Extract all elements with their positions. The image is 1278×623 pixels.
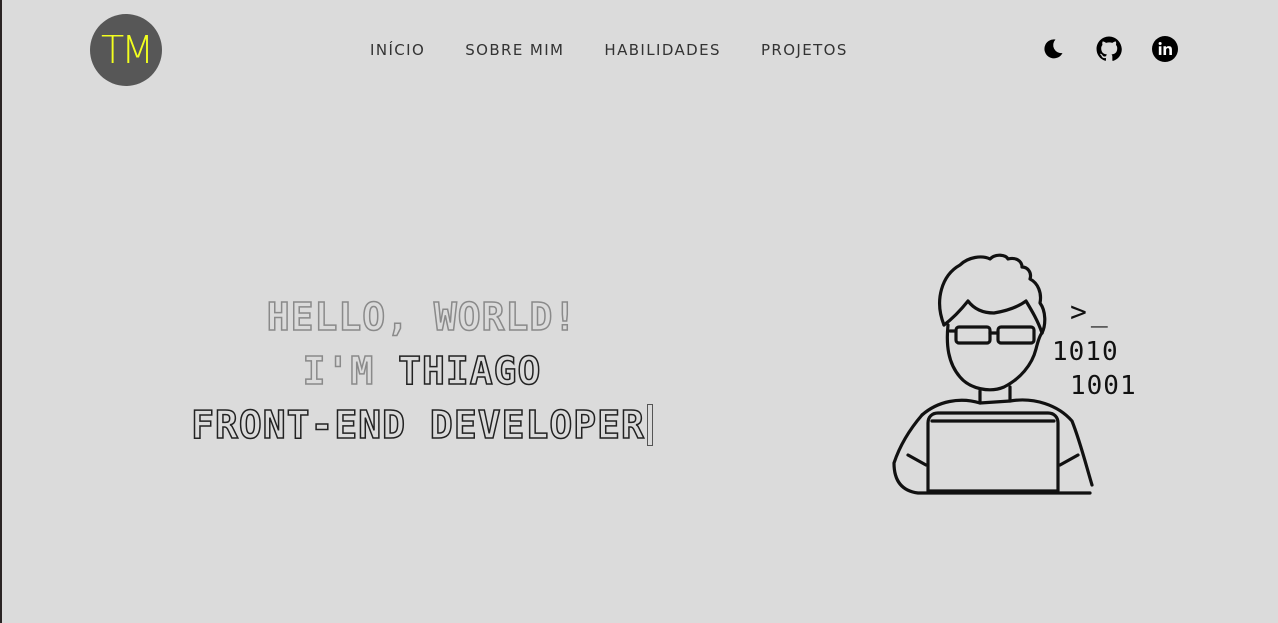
binary-line-2: 1001 xyxy=(1070,371,1137,401)
github-icon[interactable] xyxy=(1096,36,1122,62)
hero-name: THIAGO xyxy=(397,348,542,394)
terminal-prompt: >_ xyxy=(1070,295,1112,328)
header: TM INÍCIO SOBRE MIM HABILIDADES PROJETOS xyxy=(2,0,1278,100)
hero-role: FRONT-END DEVELOPER xyxy=(190,402,645,448)
logo[interactable]: TM xyxy=(90,14,162,86)
linkedin-icon[interactable] xyxy=(1152,36,1178,62)
nav-inicio[interactable]: INÍCIO xyxy=(370,41,425,59)
hero-intro-prefix: I'M xyxy=(302,348,399,394)
nav-sobre-mim[interactable]: SOBRE MIM xyxy=(465,41,564,59)
hero-section: HELLO, WORLD! I'M THIAGO FRONT-END DEVEL… xyxy=(2,290,842,452)
logo-text: TM xyxy=(101,28,154,72)
moon-icon[interactable] xyxy=(1040,36,1066,62)
main-nav: INÍCIO SOBRE MIM HABILIDADES PROJETOS xyxy=(370,41,888,59)
hero-greeting: HELLO, WORLD! xyxy=(266,294,578,340)
nav-projetos[interactable]: PROJETOS xyxy=(761,41,848,59)
binary-line-1: 1010 xyxy=(1052,337,1119,367)
nav-habilidades[interactable]: HABILIDADES xyxy=(604,41,721,59)
hero-role-line: FRONT-END DEVELOPER xyxy=(2,398,842,452)
header-icons xyxy=(1040,36,1178,62)
hero-intro: I'M THIAGO xyxy=(2,344,842,398)
typing-cursor xyxy=(646,404,653,446)
developer-illustration: >_ 1010 1001 xyxy=(882,245,1142,505)
